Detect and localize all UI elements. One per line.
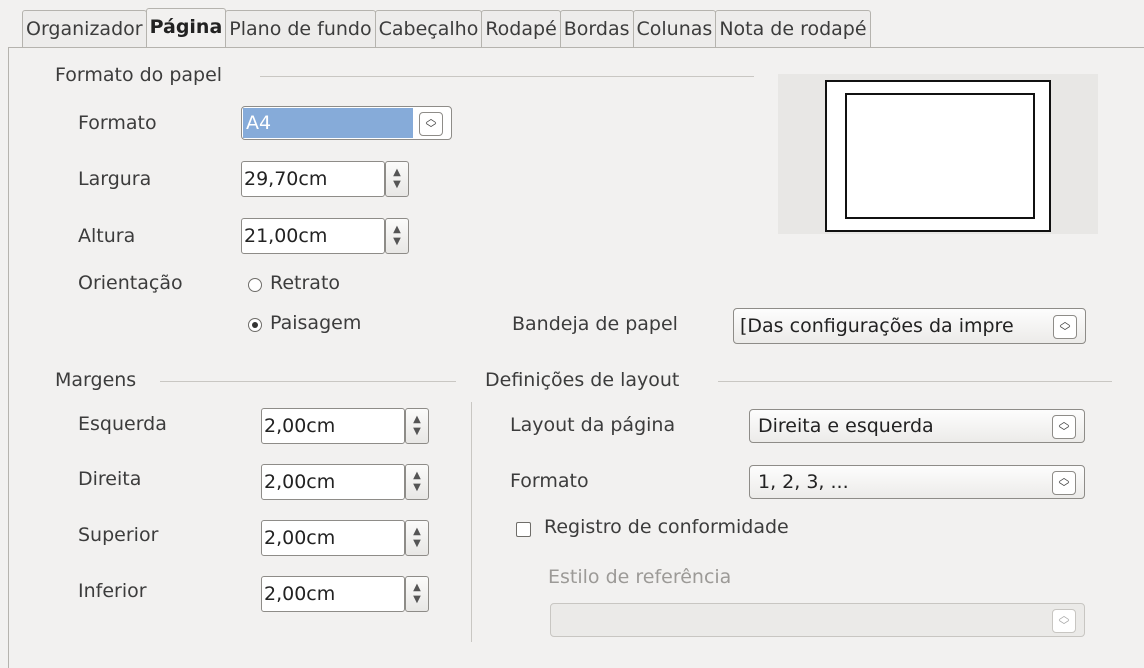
landscape-radio[interactable] — [248, 318, 262, 332]
tab-nota-de-rodape[interactable]: Nota de rodapé — [715, 10, 871, 47]
left-margin-spinbox[interactable]: 2,00cm ▲ ▼ — [261, 408, 429, 444]
updown-arrows-icon[interactable]: ︿ ﹀ — [419, 112, 443, 136]
section-divider — [260, 76, 754, 77]
spin-arrows-icon[interactable]: ▲ ▼ — [405, 464, 429, 500]
reference-style-label: Estilo de referência — [548, 566, 732, 588]
right-margin-spinbox[interactable]: 2,00cm ▲ ▼ — [261, 464, 429, 500]
width-value: 29,70cm — [244, 168, 328, 190]
section-divider — [160, 381, 456, 382]
portrait-radio[interactable] — [248, 278, 262, 292]
number-format-combobox[interactable]: 1, 2, 3, ... ︿ ﹀ — [749, 465, 1085, 499]
tab-cabecalho[interactable]: Cabeçalho — [374, 10, 483, 47]
column-divider — [471, 402, 472, 642]
top-margin-value: 2,00cm — [264, 527, 336, 549]
format-label: Formato — [78, 112, 157, 134]
bottom-margin-value: 2,00cm — [264, 583, 336, 605]
height-value: 21,00cm — [244, 225, 328, 247]
paper-tray-value: [Das configurações da impre — [740, 315, 1014, 337]
register-true-label[interactable]: Registro de conformidade — [544, 516, 789, 538]
bottom-margin-label: Inferior — [78, 580, 147, 602]
spin-arrows-icon[interactable]: ▲ ▼ — [405, 408, 429, 444]
width-label: Largura — [78, 168, 152, 190]
spin-arrows-icon[interactable]: ▲ ▼ — [405, 520, 429, 556]
updown-arrows-icon: ︿ ﹀ — [1052, 609, 1076, 633]
format-combobox[interactable]: A4 ︿ ﹀ — [241, 106, 452, 140]
portrait-label[interactable]: Retrato — [270, 272, 340, 294]
height-label: Altura — [78, 225, 136, 247]
top-margin-label: Superior — [78, 524, 159, 546]
right-margin-value: 2,00cm — [264, 471, 336, 493]
format-value: A4 — [246, 112, 272, 134]
tab-bordas[interactable]: Bordas — [559, 10, 634, 47]
paper-tray-label: Bandeja de papel — [512, 313, 678, 335]
page-layout-value: Direita e esquerda — [758, 415, 934, 437]
left-margin-value: 2,00cm — [264, 415, 336, 437]
spin-arrows-icon[interactable]: ▲ ▼ — [385, 161, 409, 197]
number-format-label: Formato — [510, 470, 589, 492]
tab-pagina[interactable]: Página — [145, 8, 227, 47]
number-format-value: 1, 2, 3, ... — [758, 471, 849, 493]
spin-arrows-icon[interactable]: ▲ ▼ — [385, 218, 409, 254]
height-spinbox[interactable]: 21,00cm ▲ ▼ — [241, 218, 409, 254]
tab-organizador[interactable]: Organizador — [22, 10, 147, 47]
spin-arrows-icon[interactable]: ▲ ▼ — [405, 576, 429, 612]
orientation-label: Orientação — [78, 272, 183, 294]
updown-arrows-icon[interactable]: ︿ ﹀ — [1052, 415, 1076, 439]
tab-plano-de-fundo[interactable]: Plano de fundo — [225, 10, 376, 47]
page-layout-combobox[interactable]: Direita e esquerda ︿ ﹀ — [749, 409, 1085, 443]
updown-arrows-icon[interactable]: ︿ ﹀ — [1053, 315, 1077, 339]
updown-arrows-icon[interactable]: ︿ ﹀ — [1052, 471, 1076, 495]
section-divider — [718, 381, 1112, 382]
margins-heading: Margens — [55, 369, 137, 391]
left-margin-label: Esquerda — [78, 413, 167, 435]
bottom-margin-spinbox[interactable]: 2,00cm ▲ ▼ — [261, 576, 429, 612]
right-margin-label: Direita — [78, 468, 142, 490]
landscape-label[interactable]: Paisagem — [270, 312, 361, 334]
paper-format-heading: Formato do papel — [55, 64, 223, 86]
layout-heading: Definições de layout — [485, 369, 680, 391]
reference-style-combobox[interactable]: ︿ ﹀ — [550, 603, 1085, 637]
page-layout-label: Layout da página — [510, 414, 676, 436]
page-preview-margins — [845, 93, 1035, 219]
tab-colunas[interactable]: Colunas — [632, 10, 717, 47]
width-spinbox[interactable]: 29,70cm ▲ ▼ — [241, 161, 409, 197]
paper-tray-combobox[interactable]: [Das configurações da impre ︿ ﹀ — [733, 308, 1086, 344]
tab-bar: Organizador Página Plano de fundo Cabeça… — [22, 8, 871, 48]
tab-rodape[interactable]: Rodapé — [481, 10, 561, 47]
register-true-checkbox[interactable] — [516, 522, 531, 537]
top-margin-spinbox[interactable]: 2,00cm ▲ ▼ — [261, 520, 429, 556]
